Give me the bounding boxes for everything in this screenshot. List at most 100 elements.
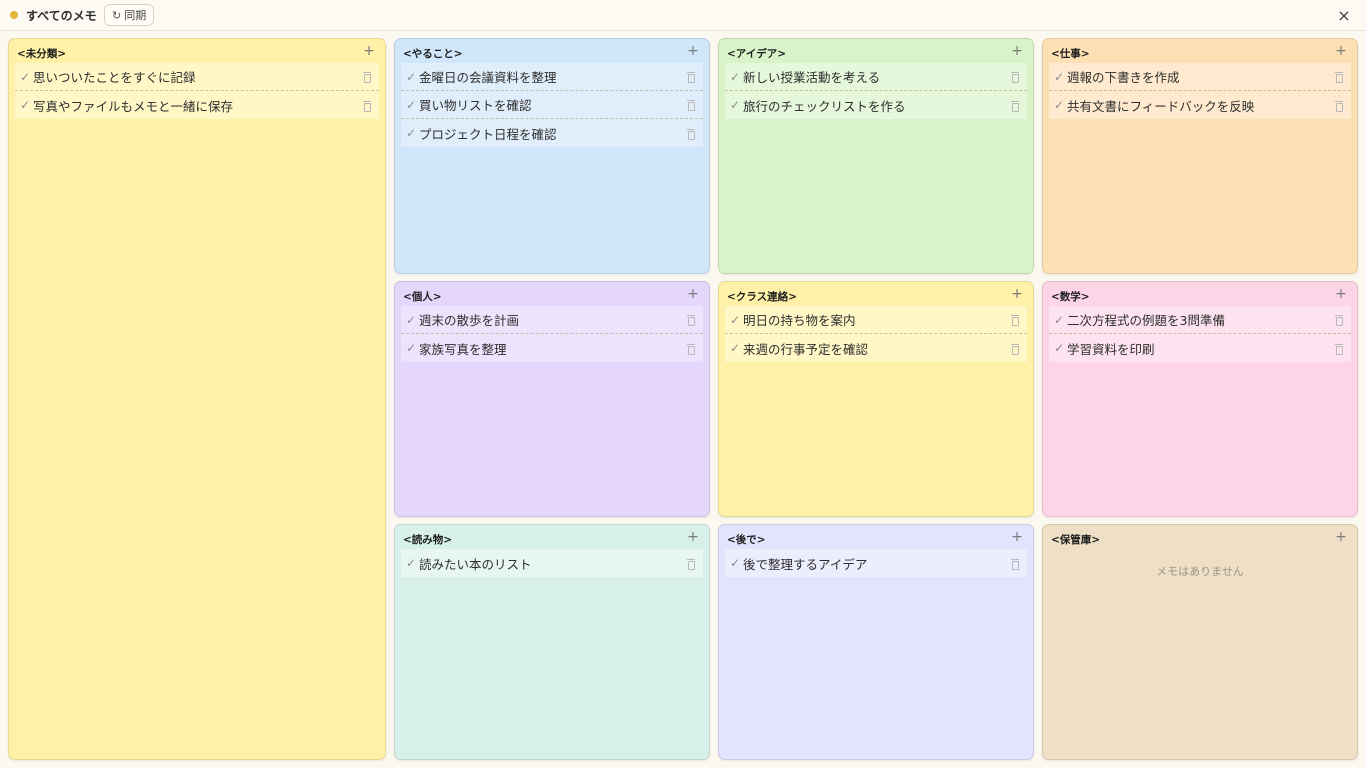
note-item[interactable]: ✓ 写真やファイルもメモと一緒に保存	[15, 91, 379, 119]
checkmark-icon[interactable]: ✓	[401, 98, 419, 112]
note-item[interactable]: ✓ 週末の散歩を計画	[401, 306, 703, 334]
note-text: 金曜日の会議資料を整理	[419, 70, 557, 85]
panel-header: <クラス連絡> +	[719, 282, 1033, 306]
checkmark-icon[interactable]: ✓	[401, 70, 419, 84]
panel-title: <仕事>	[1051, 48, 1090, 60]
note-item[interactable]: ✓ 学習資料を印刷	[1049, 334, 1351, 362]
trash-icon[interactable]	[1011, 72, 1019, 83]
note-list: ✓ 明日の持ち物を案内 ✓ 来週の行事予定を確認	[725, 306, 1027, 362]
note-list: ✓ 後で整理するアイデア	[725, 549, 1027, 577]
trash-icon[interactable]	[687, 315, 695, 326]
note-list: ✓ 金曜日の会議資料を整理 ✓ 買い物リストを確認 ✓ プロジェクト日程を確認	[401, 63, 703, 147]
trash-icon[interactable]	[1335, 343, 1343, 355]
note-item[interactable]: ✓ 後で整理するアイデア	[725, 549, 1027, 577]
add-note-button[interactable]: +	[1334, 530, 1348, 544]
note-text: 家族写真を整理	[419, 341, 507, 357]
note-text: 旅行のチェックリストを作る	[743, 98, 906, 114]
category-panel-reading: <読み物> + ✓ 読みたい本のリスト	[394, 524, 710, 760]
note-list: ✓ 思いついたことをすぐに記録 ✓ 写真やファイルもメモと一緒に保存	[15, 63, 379, 119]
trash-icon[interactable]	[1011, 100, 1019, 112]
checkmark-icon[interactable]: ✓	[401, 341, 419, 355]
add-note-button[interactable]: +	[1010, 530, 1024, 544]
add-note-button[interactable]: +	[686, 287, 700, 301]
checkmark-icon[interactable]: ✓	[401, 556, 419, 570]
add-note-button[interactable]: +	[1334, 287, 1348, 301]
note-item[interactable]: ✓ プロジェクト日程を確認	[401, 119, 703, 147]
add-note-button[interactable]: +	[686, 530, 700, 544]
trash-icon[interactable]	[1011, 343, 1019, 355]
note-list: ✓ 週末の散歩を計画 ✓ 家族写真を整理	[401, 306, 703, 362]
panel-header: <保管庫> +	[1043, 525, 1357, 549]
note-item[interactable]: ✓ 週報の下書きを作成	[1049, 63, 1351, 91]
note-text: 週末の散歩を計画	[419, 313, 520, 328]
category-panel-work: <仕事> + ✓ 週報の下書きを作成 ✓ 共有文書にフィードバックを反映	[1042, 38, 1358, 274]
checkmark-icon[interactable]: ✓	[1049, 70, 1067, 84]
panel-title: <個人>	[403, 291, 442, 303]
add-note-button[interactable]: +	[1010, 287, 1024, 301]
checkmark-icon[interactable]: ✓	[401, 313, 419, 327]
note-item[interactable]: ✓ 明日の持ち物を案内	[725, 306, 1027, 334]
note-item[interactable]: ✓ 家族写真を整理	[401, 334, 703, 362]
note-text: 二次方程式の例題を3問準備	[1067, 313, 1225, 328]
trash-icon[interactable]	[687, 343, 695, 355]
empty-state-text: メモはありません	[1156, 565, 1244, 578]
checkmark-icon[interactable]: ✓	[725, 556, 743, 570]
checkmark-icon[interactable]: ✓	[1049, 313, 1067, 327]
note-item[interactable]: ✓ 新しい授業活動を考える	[725, 63, 1027, 91]
category-panel-ideas: <アイデア> + ✓ 新しい授業活動を考える ✓ 旅行のチェックリストを作る	[718, 38, 1034, 274]
add-note-button[interactable]: +	[362, 44, 376, 58]
note-list: ✓ 新しい授業活動を考える ✓ 旅行のチェックリストを作る	[725, 63, 1027, 119]
note-item[interactable]: ✓ 共有文書にフィードバックを反映	[1049, 91, 1351, 119]
refresh-icon: ↻	[112, 8, 122, 22]
trash-icon[interactable]	[687, 72, 695, 83]
trash-icon[interactable]	[1011, 315, 1019, 326]
category-panel-math: <数学> + ✓ 二次方程式の例題を3問準備 ✓ 学習資料を印刷	[1042, 281, 1358, 517]
note-item[interactable]: ✓ 旅行のチェックリストを作る	[725, 91, 1027, 119]
add-note-button[interactable]: +	[686, 44, 700, 58]
checkmark-icon[interactable]: ✓	[15, 98, 33, 112]
note-text: 思いついたことをすぐに記録	[33, 70, 196, 85]
note-text: 明日の持ち物を案内	[743, 313, 856, 328]
trash-icon[interactable]	[363, 100, 371, 112]
add-note-button[interactable]: +	[1010, 44, 1024, 58]
note-item[interactable]: ✓ 来週の行事予定を確認	[725, 334, 1027, 362]
note-text: 買い物リストを確認	[419, 98, 532, 113]
sync-button[interactable]: ↻ 同期	[104, 4, 155, 26]
panel-title: <読み物>	[403, 534, 453, 546]
status-dot-icon	[10, 11, 18, 19]
trash-icon[interactable]	[687, 100, 695, 111]
category-panel-todo: <やること> + ✓ 金曜日の会議資料を整理 ✓ 買い物リストを確認 ✓ プロジェクト日程を確…	[394, 38, 710, 274]
panel-title: <後で>	[727, 534, 766, 546]
page-title: すべてのメモ	[26, 9, 97, 23]
trash-icon[interactable]	[363, 72, 371, 83]
panel-title: <アイデア>	[727, 48, 787, 60]
note-text: 学習資料を印刷	[1067, 341, 1155, 357]
checkmark-icon[interactable]: ✓	[725, 98, 743, 112]
note-item[interactable]: ✓ 買い物リストを確認	[401, 91, 703, 119]
trash-icon[interactable]	[1335, 315, 1343, 326]
note-item[interactable]: ✓ 金曜日の会議資料を整理	[401, 63, 703, 91]
trash-icon[interactable]	[687, 558, 695, 570]
checkmark-icon[interactable]: ✓	[15, 70, 33, 84]
note-text: 週報の下書きを作成	[1067, 70, 1180, 85]
trash-icon[interactable]	[687, 128, 695, 140]
trash-icon[interactable]	[1335, 100, 1343, 112]
note-item[interactable]: ✓ 二次方程式の例題を3問準備	[1049, 306, 1351, 334]
note-item[interactable]: ✓ 思いついたことをすぐに記録	[15, 63, 379, 91]
close-button[interactable]: ×	[1336, 7, 1352, 25]
note-text: 来週の行事予定を確認	[743, 341, 869, 357]
checkmark-icon[interactable]: ✓	[1049, 341, 1067, 355]
checkmark-icon[interactable]: ✓	[725, 70, 743, 84]
add-note-button[interactable]: +	[1334, 44, 1348, 58]
checkmark-icon[interactable]: ✓	[725, 341, 743, 355]
top-bar: すべてのメモ ↻ 同期 ×	[0, 0, 1366, 31]
checkmark-icon[interactable]: ✓	[401, 126, 419, 140]
trash-icon[interactable]	[1335, 72, 1343, 83]
note-text: 読みたい本のリスト	[419, 556, 532, 572]
checkmark-icon[interactable]: ✓	[725, 313, 743, 327]
note-item[interactable]: ✓ 読みたい本のリスト	[401, 549, 703, 577]
panel-header: <仕事> +	[1043, 39, 1357, 63]
checkmark-icon[interactable]: ✓	[1049, 98, 1067, 112]
trash-icon[interactable]	[1011, 558, 1019, 570]
panel-header: <未分類> +	[9, 39, 385, 63]
